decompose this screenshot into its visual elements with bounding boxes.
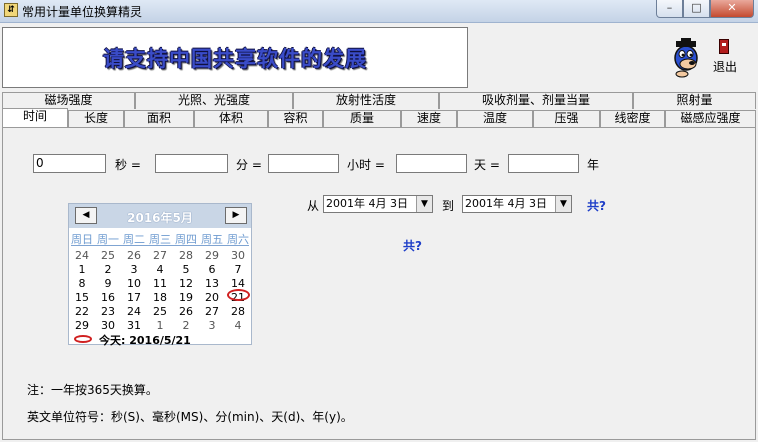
tab-exposure[interactable]: 照射量 [633,92,756,109]
calendar-day[interactable]: 4 [225,319,251,332]
note-year-days: 注：一年按365天换算。 [27,383,158,397]
calendar-day[interactable]: 6 [199,263,225,276]
today-marker-icon [74,335,92,343]
exit-button[interactable]: 退出 [713,58,737,75]
weekday-divider [71,245,249,246]
hours-input[interactable] [268,154,339,173]
calendar-day[interactable]: 26 [121,249,147,262]
minutes-unit: 分 = [236,158,262,172]
today-button[interactable]: 今天: 2016/5/21 [99,332,191,348]
close-button[interactable]: ✕ [710,0,754,18]
years-input[interactable] [508,154,579,173]
to-date-value: 2001年 4月 3日 [465,197,547,210]
calendar-day[interactable]: 11 [147,277,173,290]
calendar-day[interactable]: 1 [147,319,173,332]
note-unit-symbols: 英文单位符号：秒(S)、毫秒(MS)、分(min)、天(d)、年(y)。 [27,410,353,424]
calendar-day[interactable]: 12 [173,277,199,290]
days-input[interactable] [396,154,467,173]
tab-time[interactable]: 时间 [2,108,68,127]
tab-pressure[interactable]: 压强 [533,110,600,127]
calendar-month-title[interactable]: 2016年5月 [69,209,251,226]
hours-unit: 小时 = [347,158,385,172]
calendar-day[interactable]: 3 [121,263,147,276]
calendar-day[interactable]: 9 [95,277,121,290]
calendar-day[interactable]: 25 [95,249,121,262]
calendar-day[interactable]: 27 [199,305,225,318]
maximize-button[interactable]: □ [683,0,710,18]
tab-volume[interactable]: 体积 [194,110,268,127]
days-unit: 天 = [474,158,500,172]
banner-text: 请支持中国共享软件的发展 [103,46,367,71]
seconds-input[interactable]: 0 [33,154,106,173]
calendar-day[interactable]: 8 [69,277,95,290]
seconds-unit: 秒 = [115,158,141,172]
calendar-day[interactable]: 7 [225,263,251,276]
calendar-day[interactable]: 27 [147,249,173,262]
calendar-day[interactable]: 5 [173,263,199,276]
tab-radioactivity[interactable]: 放射性活度 [293,92,439,109]
calendar-day[interactable]: 29 [69,319,95,332]
next-month-button[interactable]: ▶ [225,207,247,224]
banner: 请支持中国共享软件的发展 [2,27,468,88]
calendar-day[interactable]: 2 [95,263,121,276]
calendar-day[interactable]: 4 [147,263,173,276]
calendar-day[interactable]: 20 [199,291,225,304]
tab-magnetic-field-strength[interactable]: 磁场强度 [2,92,135,109]
from-label: 从 [307,199,320,213]
calendar-day[interactable]: 24 [121,305,147,318]
minimize-button[interactable]: – [656,0,683,18]
tab-speed[interactable]: 速度 [401,110,457,127]
calendar-day[interactable]: 16 [95,291,121,304]
calendar-day[interactable]: 28 [173,249,199,262]
from-date-value: 2001年 4月 3日 [326,197,408,210]
door-icon[interactable] [719,39,729,54]
calendar-day[interactable]: 28 [225,305,251,318]
calendar-day[interactable]: 3 [199,319,225,332]
from-date-picker[interactable]: 2001年 4月 3日 ▼ [323,195,433,213]
tab-area[interactable]: 面积 [124,110,194,127]
calendar-day[interactable]: 25 [147,305,173,318]
calendar-day[interactable]: 19 [173,291,199,304]
calendar-day[interactable]: 26 [173,305,199,318]
calendar-day[interactable]: 29 [199,249,225,262]
calendar-day[interactable]: 24 [69,249,95,262]
calendar-day[interactable]: 10 [121,277,147,290]
chevron-down-icon[interactable]: ▼ [416,196,432,212]
years-unit: 年 [587,158,600,172]
calendar-day[interactable]: 2 [173,319,199,332]
tab-length[interactable]: 长度 [68,110,124,127]
calendar-dropdown[interactable]: ◀ 2016年5月 ▶ 周日 周一 周二 周三 周四 周五 周六 24 25 26 2… [68,203,252,348]
chevron-down-icon[interactable]: ▼ [555,196,571,212]
tab-magnetic-induction[interactable]: 磁感应强度 [665,110,756,127]
tab-mass[interactable]: 质量 [323,110,401,127]
result-text: 共? [403,239,422,253]
tab-capacity[interactable]: 容积 [268,110,323,127]
window-title: 常用计量单位换算精灵 [22,5,143,19]
tab-temperature[interactable]: 温度 [457,110,533,127]
calendar-day[interactable]: 18 [147,291,173,304]
calendar-day[interactable]: 15 [69,291,95,304]
today-highlight [227,289,250,301]
app-icon: ⇵ [4,3,18,17]
tab-linear-density[interactable]: 线密度 [600,110,665,127]
to-label: 到 [442,199,455,213]
calendar-day[interactable]: 22 [69,305,95,318]
total-days-label: 共? [587,199,606,213]
calendar-day[interactable]: 23 [95,305,121,318]
to-date-picker[interactable]: 2001年 4月 3日 ▼ [462,195,572,213]
minutes-input[interactable] [155,154,228,173]
calendar-day[interactable]: 30 [225,249,251,262]
calendar-day[interactable]: 30 [95,319,121,332]
calendar-day[interactable]: 17 [121,291,147,304]
calendar-day[interactable]: 13 [199,277,225,290]
tab-illuminance[interactable]: 光照、光强度 [135,92,293,109]
calendar-day[interactable]: 1 [69,263,95,276]
calendar-day[interactable]: 31 [121,319,147,332]
tab-absorbed-dose[interactable]: 吸收剂量、剂量当量 [439,92,633,109]
mascot-icon[interactable] [668,38,704,78]
